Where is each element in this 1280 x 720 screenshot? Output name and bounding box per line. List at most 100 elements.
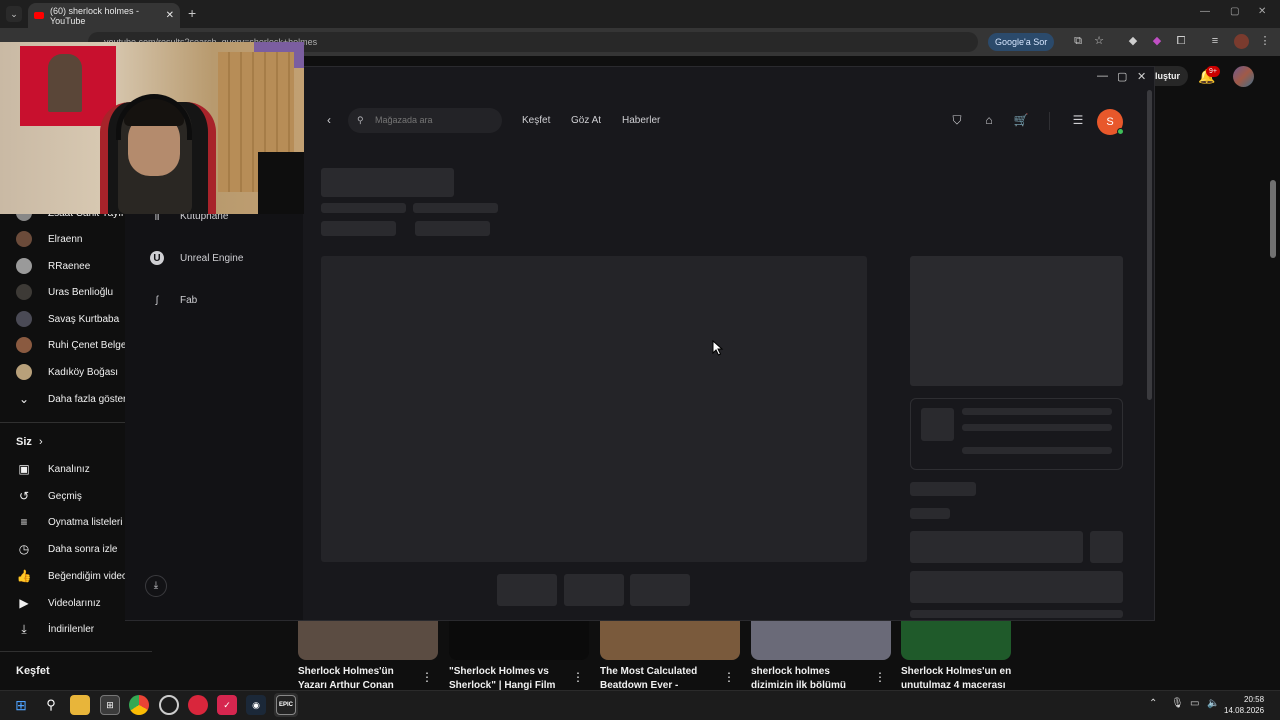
video-more-icon[interactable]: ⋮ — [572, 670, 584, 684]
browser-tab-youtube[interactable]: (60) sherlock holmes - YouTube ✕ — [28, 3, 180, 28]
subscription-label: Savaş Kurtbaba — [48, 313, 120, 325]
clock-time: 20:58 — [1244, 695, 1265, 704]
settings-menu-icon[interactable]: ☰ — [1070, 112, 1086, 128]
taskbar-clock[interactable]: 20:58 14.08.2026 — [1224, 694, 1264, 716]
steam-icon[interactable]: ◉ — [246, 695, 266, 715]
bookmark-star-icon[interactable]: ☆ — [1092, 34, 1106, 48]
app-red-icon[interactable] — [188, 695, 208, 715]
video-thumbnail[interactable] — [449, 620, 589, 660]
extensions-puzzle-icon[interactable]: ⧠ — [1174, 34, 1188, 48]
sidebar-item-your-videos[interactable]: ▶ Videolarınız — [16, 590, 100, 616]
sidebar-item-label: Daha sonra izle — [48, 543, 118, 555]
youtube-account-avatar[interactable] — [1233, 66, 1254, 87]
video-title[interactable]: sherlock holmes dizimizin ilk bölümü — [751, 665, 869, 690]
sidebar-item-downloads[interactable]: ⤓ İndirilenler — [16, 616, 94, 642]
new-tab-button[interactable]: + — [188, 5, 196, 21]
video-thumbnail[interactable] — [751, 620, 891, 660]
volume-icon[interactable]: 🔈 — [1207, 698, 1219, 709]
subscription-item[interactable]: Savaş Kurtbaba — [16, 306, 119, 332]
video-more-icon[interactable]: ⋮ — [874, 670, 886, 684]
channel-avatar — [16, 364, 32, 380]
video-title[interactable]: "Sherlock Holmes vs Sherlock" | Hangi Fi… — [449, 665, 567, 690]
skeleton-line — [321, 203, 406, 213]
video-thumbnail[interactable] — [298, 620, 438, 660]
epic-games-icon[interactable]: EPIC — [276, 695, 296, 715]
obs-icon[interactable] — [159, 695, 179, 715]
browser-minimize-icon[interactable]: — — [1200, 6, 1210, 17]
video-title[interactable]: The Most Calculated Beatdown Ever - — [600, 665, 718, 690]
nav-news[interactable]: Haberler — [622, 115, 660, 126]
tab-title: (60) sherlock holmes - YouTube — [50, 5, 140, 26]
gift-icon[interactable]: ⌂ — [981, 112, 997, 128]
cart-icon[interactable]: 🛒 — [1013, 112, 1029, 128]
subscription-item[interactable]: Ruhi Çenet Belgesel — [16, 332, 139, 358]
skeleton-line — [413, 203, 498, 213]
tab-search-button[interactable]: ⌄ — [6, 6, 22, 22]
sidebar-item-channel[interactable]: ▣ Kanalınız — [16, 456, 90, 482]
skeleton-thumb — [497, 574, 557, 606]
clock-date: 14.08.2026 — [1224, 706, 1265, 715]
store-search-input[interactable] — [348, 108, 502, 133]
video-more-icon[interactable]: ⋮ — [421, 670, 433, 684]
webcam-overlay — [0, 42, 304, 214]
sidebar-item-playlists[interactable]: ≡ Oynatma listeleri — [16, 509, 122, 535]
you-section-header[interactable]: Siz › — [16, 436, 43, 448]
video-title[interactable]: Sherlock Holmes'ün Yazarı Arthur Conan — [298, 665, 416, 690]
browser-close-icon[interactable]: ✕ — [1258, 6, 1266, 17]
extension-purple-icon[interactable]: ◆ — [1150, 34, 1164, 48]
skeleton-tag — [415, 221, 490, 236]
nav-discover[interactable]: Keşfet — [522, 115, 550, 126]
microsoft-store-icon[interactable]: ⊞ — [100, 695, 120, 715]
extension-diamond-icon[interactable]: ◆ — [1126, 34, 1140, 48]
media-controls-icon[interactable]: ≡ — [1208, 34, 1222, 48]
video-thumbnail[interactable] — [600, 620, 740, 660]
search-icon: ⚲ — [357, 115, 364, 125]
epic-sidebar-label: Fab — [180, 294, 198, 306]
network-icon[interactable]: ▭ — [1190, 698, 1199, 709]
taskbar-search-icon[interactable]: ⚲ — [41, 695, 61, 715]
sidebar-item-liked-videos[interactable]: 👍 Beğendiğim videolar — [16, 563, 139, 589]
epic-scrollbar[interactable] — [1147, 90, 1152, 400]
tray-expand-icon[interactable]: ⌃ — [1149, 698, 1157, 709]
browser-menu-icon[interactable]: ⋮ — [1258, 34, 1272, 48]
video-thumbnail[interactable] — [901, 620, 1011, 660]
google-sor-button[interactable]: Google'a Sor — [988, 33, 1055, 51]
chrome-icon[interactable] — [129, 695, 149, 715]
nav-browse[interactable]: Göz At — [571, 115, 601, 126]
channel-icon: ▣ — [18, 462, 30, 476]
sidebar-item-label: Kanalınız — [48, 463, 90, 475]
sidebar-item-watch-later[interactable]: ◷ Daha sonra izle — [16, 536, 118, 562]
subscription-item[interactable]: Elraenn — [16, 226, 82, 252]
epic-sidebar-label: Unreal Engine — [180, 252, 244, 264]
epic-downloads-icon[interactable]: ⤓ — [145, 575, 167, 597]
microphone-icon[interactable]: 🎙 — [1171, 698, 1184, 709]
epic-maximize-icon[interactable]: ▢ — [1117, 70, 1127, 83]
subscription-item[interactable]: RRaenee — [16, 253, 90, 279]
windows-start-icon[interactable]: ⊞ — [11, 695, 31, 715]
channel-avatar — [16, 337, 32, 353]
app-pink-icon[interactable]: ✓ — [217, 695, 237, 715]
file-explorer-icon[interactable] — [70, 695, 90, 715]
fab-icon: ʃ — [155, 294, 159, 306]
epic-sidebar — [125, 214, 303, 620]
subscription-item[interactable]: Uras Benlioğlu — [16, 279, 113, 305]
show-more-button[interactable]: ⌄ Daha fazla göster — [16, 386, 126, 412]
wishlist-bookmark-icon[interactable]: ⛉ — [949, 112, 965, 128]
install-app-icon[interactable]: ⧉ — [1071, 34, 1085, 48]
video-more-icon[interactable]: ⋮ — [723, 670, 735, 684]
browser-profile-avatar[interactable] — [1234, 34, 1249, 49]
show-more-label: Daha fazla göster — [48, 393, 127, 405]
subscription-item[interactable]: Kadıköy Boğası — [16, 359, 118, 385]
back-arrow-icon[interactable]: ‹ — [327, 113, 331, 127]
epic-sidebar-item-fab[interactable]: ʃ Fab — [150, 290, 197, 310]
notifications-badge: 9+ — [1206, 66, 1220, 77]
video-title[interactable]: Sherlock Holmes'un en unutulmaz 4 macera… — [901, 665, 1019, 690]
browser-maximize-icon[interactable]: ▢ — [1230, 6, 1239, 17]
epic-minimize-icon[interactable]: — — [1097, 70, 1108, 82]
youtube-scrollbar[interactable] — [1270, 180, 1276, 258]
epic-close-icon[interactable]: ✕ — [1137, 70, 1146, 83]
subscription-label: Kadıköy Boğası — [48, 366, 119, 378]
sidebar-item-history[interactable]: ↺ Geçmiş — [16, 483, 82, 509]
tab-close-icon[interactable]: ✕ — [166, 10, 174, 21]
epic-sidebar-item-unreal-engine[interactable]: U Unreal Engine — [150, 248, 243, 268]
